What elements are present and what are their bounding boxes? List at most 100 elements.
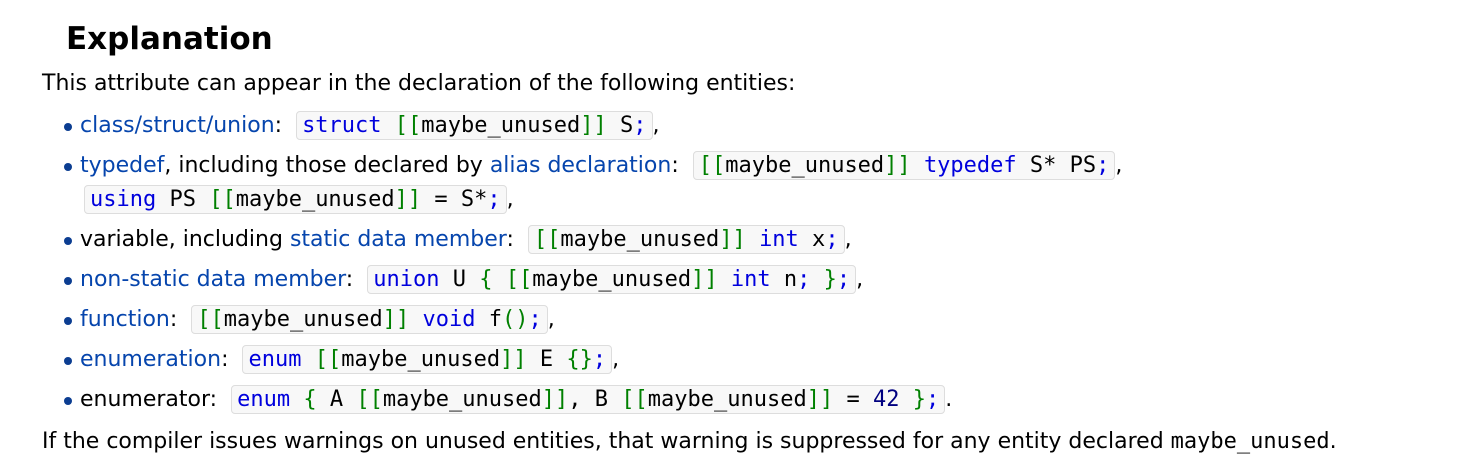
- explanation-section: Explanation This attribute can appear in…: [42, 18, 1462, 460]
- bullet-icon: [64, 317, 72, 325]
- code-token: f: [475, 307, 502, 332]
- code-token: union: [373, 267, 440, 292]
- code-snippet: [[maybe_unused]] int x;: [527, 225, 845, 254]
- code-token: S* PS: [1016, 153, 1097, 178]
- bullet-icon: [64, 357, 72, 365]
- code-token: {: [479, 267, 493, 292]
- code-token: ;: [836, 267, 851, 292]
- code-token: maybe_unused: [560, 227, 720, 252]
- continuation-line: using PS [[maybe_unused]] = S*;,: [80, 180, 1462, 220]
- list-item-non-static-data-member: non-static data member: union U { [[mayb…: [64, 260, 1462, 300]
- code-token: [[: [314, 347, 342, 372]
- code-snippet: union U { [[maybe_unused]] int n; };: [367, 265, 857, 294]
- code-token: maybe_unused: [725, 153, 885, 178]
- code-token: }: [823, 267, 837, 292]
- outro-paragraph: If the compiler issues warnings on unuse…: [42, 429, 1337, 454]
- list-item-function: function: [[maybe_unused]] void f();,: [64, 300, 1462, 340]
- code-token: {}: [566, 347, 593, 372]
- code-token: maybe_unused: [421, 113, 581, 138]
- code-token: typedef: [923, 153, 1017, 178]
- link-static-data-member[interactable]: static data member: [290, 227, 507, 252]
- intro-paragraph: This attribute can appear in the declara…: [42, 71, 796, 96]
- list-item-class-struct-union: class/struct/union: struct [[maybe_unuse…: [64, 106, 1462, 146]
- code-token: int: [730, 267, 771, 292]
- code-token: [[: [209, 187, 236, 212]
- code-token: [[: [505, 267, 533, 292]
- list-item-typedef: typedef, including those declared by ali…: [64, 146, 1462, 220]
- code-token: x: [798, 227, 826, 252]
- code-token: [[: [197, 307, 224, 332]
- list-item-enumerator: enumerator: enum { A [[maybe_unused]], B…: [64, 380, 1462, 420]
- code-token: maybe_unused: [341, 347, 501, 372]
- code-snippet: [[maybe_unused]] typedef S* PS;: [692, 151, 1116, 180]
- code-token: [[: [356, 387, 383, 412]
- code-token: U: [439, 267, 480, 292]
- link-class-struct-union[interactable]: class/struct/union: [80, 113, 275, 138]
- list-item-enumeration: enumeration: enum [[maybe_unused]] E {};…: [64, 340, 1462, 380]
- list-item-variable: variable, including static data member: …: [64, 220, 1462, 260]
- code-token: void: [422, 307, 476, 332]
- code-token: ]]: [541, 387, 569, 412]
- code-token: = S*: [421, 187, 488, 212]
- link-enumeration[interactable]: enumeration: [80, 347, 221, 372]
- code-snippet: using PS [[maybe_unused]] = S*;: [84, 185, 507, 214]
- code-token: ;: [633, 113, 647, 138]
- code-token: =: [833, 387, 873, 412]
- code-token: [[: [533, 227, 561, 252]
- code-token: S: [606, 113, 634, 138]
- code-token: n: [770, 267, 798, 292]
- code-token: ]]: [382, 307, 410, 332]
- entity-list: class/struct/union: struct [[maybe_unuse…: [42, 106, 1462, 420]
- link-function[interactable]: function: [80, 307, 170, 332]
- code-token: ;: [1096, 153, 1110, 178]
- code-token: {: [303, 387, 317, 412]
- code-token: ;: [487, 187, 501, 212]
- link-typedef[interactable]: typedef: [80, 153, 164, 178]
- code-token: ]]: [884, 153, 911, 178]
- code-token: [[: [394, 113, 422, 138]
- code-token: ;: [528, 307, 542, 332]
- code-token: enum: [248, 347, 302, 372]
- code-token: ;: [592, 347, 607, 372]
- code-token: [[: [698, 153, 726, 178]
- code-token: struct: [302, 113, 382, 138]
- bullet-icon: [64, 277, 72, 285]
- code-token: int: [759, 227, 799, 252]
- code-token: , B: [568, 387, 622, 412]
- code-token: (): [501, 307, 529, 332]
- code-token: ]]: [500, 347, 527, 372]
- code-snippet: [[maybe_unused]] void f();: [191, 305, 548, 334]
- code-snippet: struct [[maybe_unused]] S;: [296, 111, 653, 140]
- code-token: maybe_unused: [647, 387, 807, 412]
- code-token: ]]: [719, 227, 746, 252]
- inline-code-maybe-unused: maybe_unused: [1170, 429, 1330, 454]
- code-token: [[: [621, 387, 648, 412]
- code-token: maybe_unused: [235, 187, 395, 212]
- code-token: ;: [825, 227, 839, 252]
- code-token: 42: [872, 387, 900, 412]
- link-alias-declaration[interactable]: alias declaration: [490, 153, 672, 178]
- code-token: ;: [797, 267, 811, 292]
- code-token: using: [90, 187, 157, 212]
- code-token: ]]: [806, 387, 834, 412]
- code-token: ;: [925, 387, 940, 412]
- code-token: maybe_unused: [382, 387, 542, 412]
- code-token: ]]: [580, 113, 607, 138]
- code-token: PS: [156, 187, 210, 212]
- bullet-icon: [64, 237, 72, 245]
- bullet-icon: [64, 163, 72, 171]
- code-token: maybe_unused: [532, 267, 692, 292]
- code-snippet: enum { A [[maybe_unused]], B [[maybe_unu…: [231, 385, 946, 414]
- bullet-icon: [64, 123, 72, 131]
- link-non-static-data-member[interactable]: non-static data member: [80, 267, 346, 292]
- section-heading: Explanation: [66, 21, 273, 57]
